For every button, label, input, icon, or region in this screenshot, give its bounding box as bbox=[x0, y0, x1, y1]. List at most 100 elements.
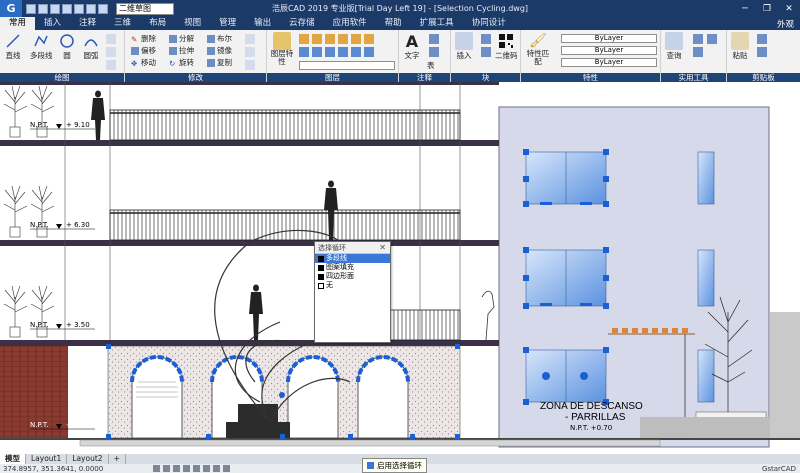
open-file-icon[interactable] bbox=[38, 3, 48, 14]
leader-icon[interactable] bbox=[429, 47, 439, 57]
lineweight-icon[interactable] bbox=[213, 465, 221, 472]
create-block-icon[interactable] bbox=[481, 34, 491, 44]
tab-manage[interactable]: 管理 bbox=[210, 17, 245, 30]
boolean-button[interactable]: 布尔 bbox=[207, 33, 232, 44]
layer-properties-button[interactable]: 图层特性 bbox=[269, 32, 295, 66]
offset-button[interactable]: 偏移 bbox=[131, 45, 156, 56]
snap-icon[interactable] bbox=[153, 465, 161, 472]
workspace-select[interactable]: 二维草图 bbox=[116, 2, 174, 15]
measure-button[interactable]: 查询 bbox=[665, 32, 683, 61]
tab-layout[interactable]: 布局 bbox=[140, 17, 175, 30]
clipboard-panel-title[interactable]: 剪贴板 bbox=[727, 73, 800, 82]
hatch-icon[interactable] bbox=[106, 47, 116, 57]
close-button[interactable]: ✕ bbox=[778, 0, 800, 17]
tab-layout1[interactable]: Layout1 bbox=[26, 454, 68, 464]
osnap-icon[interactable] bbox=[193, 465, 201, 472]
app-logo[interactable]: G bbox=[0, 0, 22, 17]
drawing-svg[interactable]: N.P.T. + 9.10 N.P.T. + 6.30 N.P.T. + 3.5… bbox=[0, 82, 800, 454]
layer-icon-5[interactable] bbox=[351, 34, 361, 44]
paste-button[interactable]: 粘贴 bbox=[731, 32, 749, 61]
tab-insert[interactable]: 插入 bbox=[35, 17, 70, 30]
add-layout-button[interactable]: + bbox=[109, 454, 126, 464]
tab-model[interactable]: 模型 bbox=[0, 454, 26, 464]
linetype-combo[interactable]: ByLayer bbox=[561, 46, 657, 55]
explode-button[interactable]: 分解 bbox=[169, 33, 194, 44]
block-panel-title[interactable]: 块 bbox=[451, 73, 520, 82]
tab-3d[interactable]: 三维 bbox=[105, 17, 140, 30]
maximize-button[interactable]: ❐ bbox=[756, 0, 778, 17]
edit-block-icon[interactable] bbox=[481, 47, 491, 57]
calculator-icon[interactable] bbox=[693, 47, 703, 57]
move-button[interactable]: ✥ 移动 bbox=[131, 57, 156, 68]
selection-cycling-icon[interactable] bbox=[223, 465, 231, 472]
insert-button[interactable]: 插入 bbox=[455, 32, 473, 61]
tab-apps[interactable]: 应用软件 bbox=[324, 17, 376, 30]
popup-item-quad[interactable]: 四边形面 bbox=[315, 272, 390, 281]
layer-icon-4[interactable] bbox=[338, 34, 348, 44]
fillet-icon[interactable] bbox=[245, 47, 255, 57]
stretch-button[interactable]: 拉伸 bbox=[169, 45, 194, 56]
close-icon[interactable]: ✕ bbox=[379, 242, 386, 254]
layers-panel-title[interactable]: 图层 bbox=[267, 73, 398, 82]
line-button[interactable]: 直线 bbox=[4, 32, 22, 61]
color-combo[interactable]: ByLayer bbox=[561, 34, 657, 43]
properties-panel-title[interactable]: 特性 bbox=[521, 73, 660, 82]
tab-collab[interactable]: 协同设计 bbox=[463, 17, 515, 30]
mirror-button[interactable]: 镜像 bbox=[207, 45, 232, 56]
arc-button[interactable]: 圆弧 bbox=[82, 32, 100, 61]
table-button[interactable]: 表 bbox=[427, 60, 435, 71]
layer-icon-12[interactable] bbox=[364, 47, 374, 57]
tab-output[interactable]: 输出 bbox=[245, 17, 280, 30]
undo-icon[interactable] bbox=[86, 3, 96, 14]
popup-item-polyline[interactable]: 多段线 bbox=[315, 254, 390, 263]
qrcode-button[interactable]: 二维码 bbox=[495, 32, 518, 61]
layer-icon-9[interactable] bbox=[325, 47, 335, 57]
quick-select-icon[interactable] bbox=[707, 34, 717, 44]
save-as-icon[interactable] bbox=[62, 3, 72, 14]
tab-view[interactable]: 视图 bbox=[175, 17, 210, 30]
tab-help[interactable]: 帮助 bbox=[376, 17, 411, 30]
draw-panel-title[interactable]: 绘图 bbox=[0, 73, 124, 82]
new-file-icon[interactable] bbox=[26, 3, 36, 14]
trim-icon[interactable] bbox=[245, 34, 255, 44]
tab-annotate[interactable]: 注释 bbox=[70, 17, 105, 30]
tab-home[interactable]: 常用 bbox=[0, 17, 36, 30]
tab-extensions[interactable]: 扩展工具 bbox=[411, 17, 463, 30]
layer-icon-8[interactable] bbox=[312, 47, 322, 57]
layer-combo[interactable] bbox=[299, 61, 395, 70]
drawing-canvas[interactable]: N.P.T. + 9.10 N.P.T. + 6.30 N.P.T. + 3.5… bbox=[0, 82, 800, 454]
popup-item-none[interactable]: 无 bbox=[315, 281, 390, 290]
polar-icon[interactable] bbox=[183, 465, 191, 472]
layer-icon-6[interactable] bbox=[364, 34, 374, 44]
save-icon[interactable] bbox=[50, 3, 60, 14]
text-button[interactable]: A 文字 bbox=[403, 32, 421, 61]
rotate-button[interactable]: ↻ 旋转 bbox=[169, 57, 194, 68]
popup-item-hatch[interactable]: 图案填充 bbox=[315, 263, 390, 272]
annotation-panel-title[interactable]: 注释 bbox=[399, 73, 450, 82]
modify-panel-title[interactable]: 修改 bbox=[125, 73, 266, 82]
rectangle-icon[interactable] bbox=[106, 34, 116, 44]
cut-icon[interactable] bbox=[757, 34, 767, 44]
copy-button[interactable]: 复制 bbox=[207, 57, 232, 68]
appearance-menu[interactable]: 外观 bbox=[777, 18, 800, 30]
erase-button[interactable]: ✎ 删除 bbox=[131, 33, 156, 44]
layer-icon-3[interactable] bbox=[325, 34, 335, 44]
layer-icon-2[interactable] bbox=[312, 34, 322, 44]
otrack-icon[interactable] bbox=[203, 465, 211, 472]
array-icon[interactable] bbox=[245, 60, 255, 70]
layer-icon-10[interactable] bbox=[338, 47, 348, 57]
match-properties-button[interactable]: 🖌 特性匹配 bbox=[525, 32, 551, 66]
copy-clip-icon[interactable] bbox=[757, 47, 767, 57]
dimension-icon[interactable] bbox=[429, 34, 439, 44]
tab-layout2[interactable]: Layout2 bbox=[67, 454, 109, 464]
print-icon[interactable] bbox=[74, 3, 84, 14]
layer-icon-11[interactable] bbox=[351, 47, 361, 57]
tab-cloud[interactable]: 云存储 bbox=[280, 17, 324, 30]
layer-icon-7[interactable] bbox=[299, 47, 309, 57]
grid-icon[interactable] bbox=[163, 465, 171, 472]
utilities-panel-title[interactable]: 实用工具 bbox=[661, 73, 726, 82]
minimize-button[interactable]: ─ bbox=[734, 0, 756, 17]
lineweight-combo[interactable]: ByLayer bbox=[561, 58, 657, 67]
ortho-icon[interactable] bbox=[173, 465, 181, 472]
polyline-button[interactable]: 多段线 bbox=[30, 32, 53, 61]
